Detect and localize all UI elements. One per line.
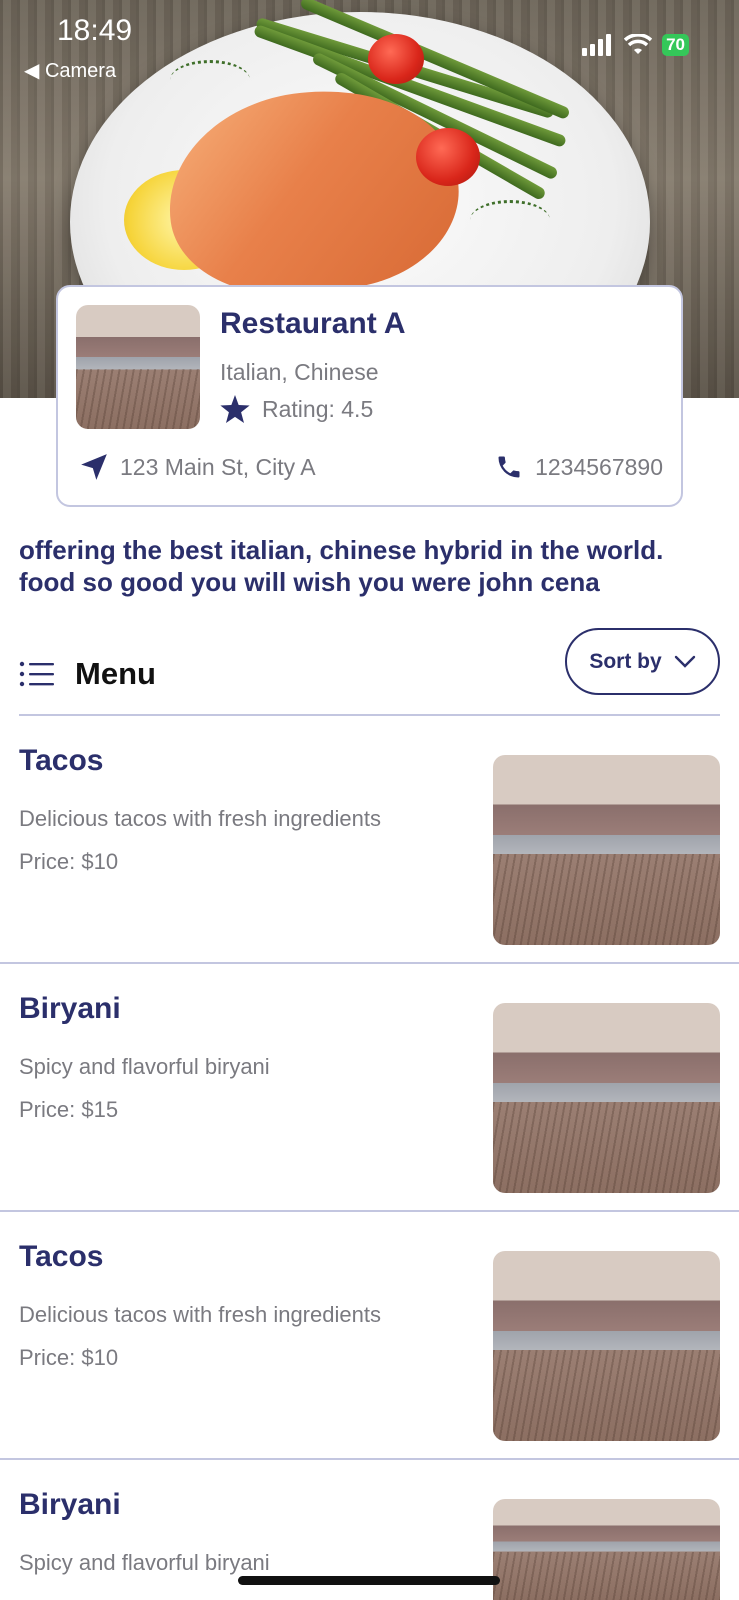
menu-item-description: Delicious tacos with fresh ingredients: [19, 806, 381, 831]
location-arrow-icon: [81, 454, 107, 480]
menu-item[interactable]: Tacos Delicious tacos with fresh ingredi…: [0, 1212, 739, 1460]
menu-item-price: Price: $15: [19, 1097, 119, 1122]
menu-title: Menu: [19, 656, 156, 692]
restaurant-name: Restaurant A: [220, 307, 406, 340]
menu-item-name: Tacos: [19, 744, 104, 777]
status-time: 18:49: [57, 14, 133, 47]
restaurant-cuisine: Italian, Chinese: [220, 359, 379, 385]
menu-item[interactable]: Tacos Delicious tacos with fresh ingredi…: [0, 716, 739, 964]
menu-item-name: Biryani: [19, 992, 121, 1025]
restaurant-description: offering the best italian, chinese hybri…: [19, 535, 664, 597]
signal-icon: [582, 34, 612, 56]
menu-item-description: Spicy and flavorful biryani: [19, 1550, 270, 1575]
restaurant-phone[interactable]: 1234567890: [495, 453, 663, 481]
star-icon: [220, 395, 250, 423]
sort-by-label: Sort by: [589, 649, 662, 673]
address-text: 123 Main St, City A: [120, 453, 316, 480]
home-indicator[interactable]: [238, 1576, 500, 1585]
list-icon: [19, 661, 54, 687]
wifi-icon: [624, 34, 653, 54]
phone-text: 1234567890: [535, 453, 663, 480]
menu-item-name: Tacos: [19, 1240, 104, 1273]
menu-item-image: [493, 755, 720, 945]
menu-title-text: Menu: [75, 656, 156, 691]
chevron-down-icon: [674, 655, 695, 668]
back-to-camera[interactable]: ◀ Camera: [24, 58, 116, 83]
restaurant-address[interactable]: 123 Main St, City A: [80, 453, 316, 481]
status-icons: 70: [582, 34, 689, 56]
sort-by-button[interactable]: Sort by: [565, 628, 720, 695]
tomato: [416, 128, 480, 186]
restaurant-info-card: Restaurant A Italian, Chinese Rating: 4.…: [56, 285, 683, 507]
back-arrow-icon: ◀: [24, 60, 40, 82]
menu-item-price: Price: $10: [19, 1345, 119, 1370]
menu-item-image: [493, 1499, 720, 1600]
menu-item[interactable]: Biryani Spicy and flavorful biryani Pric…: [0, 964, 739, 1212]
menu-header: Menu Sort by: [19, 628, 720, 716]
back-label: Camera: [44, 60, 117, 82]
menu-item-image: [493, 1003, 720, 1193]
rating-text: Rating: 4.5: [262, 395, 374, 422]
restaurant-rating: Rating: 4.5: [220, 395, 373, 423]
restaurant-thumbnail: [76, 305, 200, 429]
menu-item-name: Biryani: [19, 1488, 121, 1521]
menu-item-description: Delicious tacos with fresh ingredients: [19, 1302, 381, 1327]
menu-item-description: Spicy and flavorful biryani: [19, 1054, 270, 1079]
menu-item-image: [493, 1251, 720, 1441]
menu-item-price: Price: $10: [19, 849, 119, 874]
tomato: [368, 34, 424, 84]
phone-icon: [498, 456, 520, 478]
battery-icon: 70: [662, 34, 689, 56]
